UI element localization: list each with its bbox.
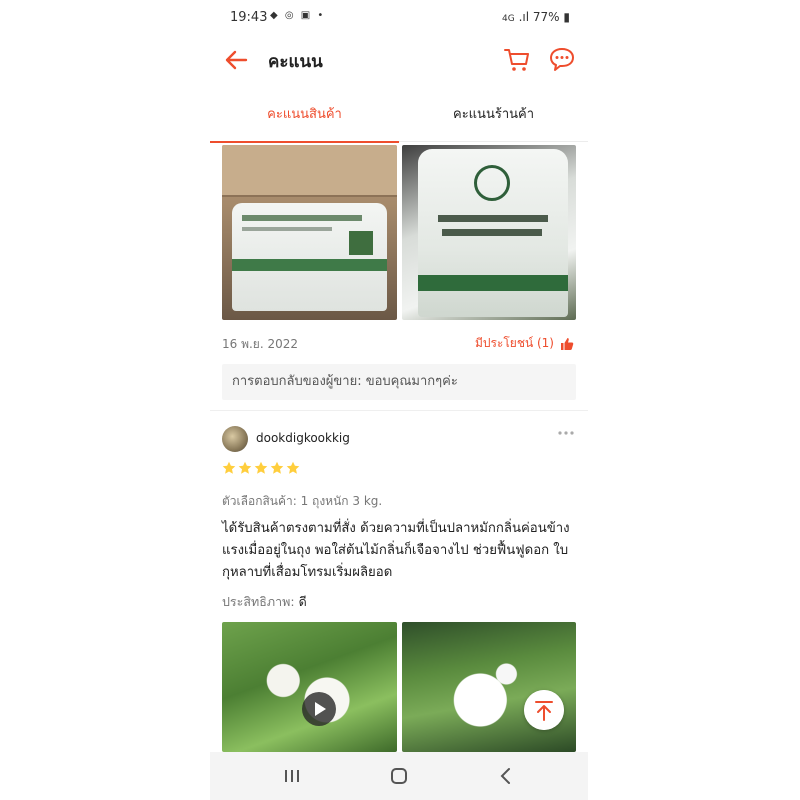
tab-product-rating[interactable]: คะแนนสินค้า [210,96,399,143]
soil-bag [418,149,568,317]
page-title: คะแนน [268,52,323,72]
phone-screen: 19:43 ◆ ◎ ▣ • 4G .ıl 77% ▮ คะแนน คะแนนสิ… [210,0,588,800]
status-time: 19:43 [230,10,268,25]
review-video-thumbnail[interactable] [222,622,397,752]
signal-icon: .ıl [518,10,530,24]
rating-tabs: คะแนนสินค้า คะแนนร้านค้า [210,96,588,143]
quality-line: ประสิทธิภาพ: ดี [222,592,307,612]
back-icon[interactable] [494,764,518,788]
chat-icon[interactable] [548,45,576,73]
home-icon[interactable] [387,764,411,788]
helpful-label: มีประโยชน์ (1) [474,336,554,350]
review-date: 16 พ.ย. 2022 [222,337,299,351]
star-icon [238,461,252,474]
brand-logo [474,165,510,201]
thumbs-up-icon [561,337,574,350]
back-arrow-icon[interactable] [222,46,250,74]
quality-label: ประสิทธิภาพ: [222,594,295,609]
quality-value: ดี [298,594,307,609]
avatar[interactable] [222,426,248,452]
review-text: ได้รับสินค้าตรงตามที่สั่ง ด้วยความที่เป็… [222,521,570,580]
star-icon [286,461,300,474]
star-icon [254,461,268,474]
battery-level: 77% [532,10,560,24]
battery-icon: ▮ [563,10,570,24]
app-header: คะแนน [210,38,588,82]
username: dookdigkookkig [256,431,350,445]
tab-shop-rating[interactable]: คะแนนร้านค้า [399,96,588,142]
star-icon [270,461,284,474]
review-photo[interactable] [222,145,397,320]
review-photo[interactable] [402,622,576,752]
helpful-button[interactable]: มีประโยชน์ (1) [475,334,574,353]
divider [210,410,588,411]
status-bar: 19:43 ◆ ◎ ▣ • 4G .ıl 77% ▮ [210,0,588,34]
network-label: 4G [502,14,515,24]
tab-label: คะแนนสินค้า [267,107,342,122]
more-icon[interactable] [556,426,576,440]
system-nav-bar [210,752,588,800]
star-rating [222,461,300,475]
product-variant: ตัวเลือกสินค้า: 1 ถุงหนัก 3 kg. [222,494,383,508]
tab-label: คะแนนร้านค้า [453,107,534,122]
notification-icons: ◆ ◎ ▣ • [270,10,326,21]
star-icon [222,461,236,474]
arrow-up-icon[interactable] [524,690,564,730]
seller-reply: การตอบกลับของผู้ขาย: ขอบคุณมากๆค่ะ [222,364,576,400]
review-photo[interactable] [402,145,576,320]
cart-icon[interactable] [502,44,532,74]
recents-icon[interactable] [280,764,304,788]
soil-bag [232,203,387,311]
status-right: 4G .ıl 77% ▮ [502,10,570,24]
box-flap [222,145,397,197]
active-tab-indicator [210,141,399,143]
play-icon[interactable] [302,692,336,726]
qr-code [349,231,373,255]
